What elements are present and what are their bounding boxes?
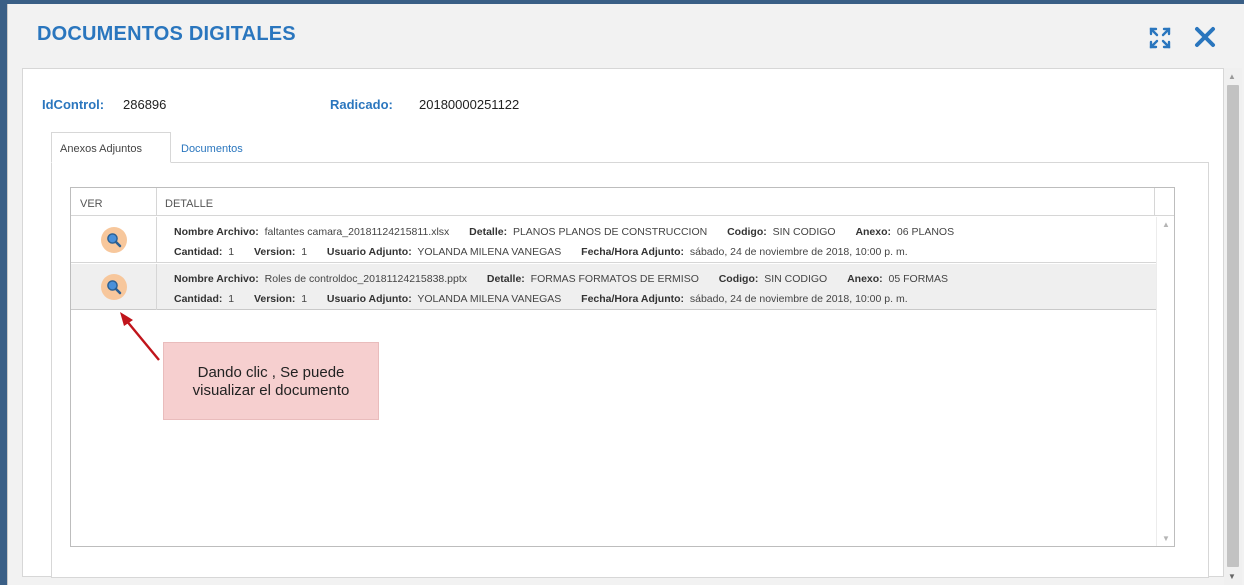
ver-cell bbox=[71, 217, 157, 263]
tab-documentos[interactable]: Documentos bbox=[172, 132, 252, 163]
detail-line-2: Cantidad: 1 Version: 1 Usuario Adjunto: … bbox=[174, 293, 908, 305]
file-name: Roles de controldoc_20181124215838.pptx bbox=[264, 273, 468, 285]
view-document-button[interactable] bbox=[100, 226, 128, 254]
codigo-value: SIN CODIGO bbox=[764, 273, 828, 285]
dialog-titlebar: DOCUMENTOS DIGITALES bbox=[8, 4, 1244, 68]
expand-icon[interactable] bbox=[1147, 25, 1173, 51]
field-label: Cantidad: bbox=[174, 293, 223, 305]
cantidad-value: 1 bbox=[228, 246, 235, 258]
scroll-up-icon[interactable]: ▲ bbox=[1228, 72, 1236, 81]
scrollbar-thumb[interactable] bbox=[1227, 85, 1239, 567]
grid-scrollbar[interactable]: ▲ ▼ bbox=[1156, 217, 1174, 546]
idcontrol-label: IdControl: bbox=[42, 97, 105, 112]
close-icon[interactable] bbox=[1190, 22, 1220, 52]
radicado-label: Radicado: bbox=[330, 97, 393, 112]
field-label: Fecha/Hora Adjunto: bbox=[581, 293, 685, 305]
scroll-down-icon[interactable]: ▼ bbox=[1228, 572, 1236, 581]
usuario-value: YOLANDA MILENA VANEGAS bbox=[417, 293, 562, 305]
field-label: Detalle: bbox=[469, 226, 508, 238]
cantidad-value: 1 bbox=[228, 293, 235, 305]
field-label: Version: bbox=[253, 293, 296, 305]
column-header-detalle[interactable]: DETALLE bbox=[157, 188, 1155, 216]
usuario-value: YOLANDA MILENA VANEGAS bbox=[417, 246, 562, 258]
documentos-digitales-dialog: DOCUMENTOS DIGITALES IdControl: 286896 R… bbox=[7, 4, 1244, 585]
detalle-cell: Nombre Archivo: Roles de controldoc_2018… bbox=[157, 264, 1155, 310]
version-value: 1 bbox=[301, 293, 308, 305]
file-name: faltantes camara_20181124215811.xlsx bbox=[264, 226, 450, 238]
detail-line-1: Nombre Archivo: Roles de controldoc_2018… bbox=[174, 273, 948, 285]
annotation-callout: Dando clic , Se puede visualizar el docu… bbox=[163, 342, 379, 420]
fecha-value: sábado, 24 de noviembre de 2018, 10:00 p… bbox=[689, 246, 908, 258]
view-document-button[interactable] bbox=[100, 273, 128, 301]
field-label: Codigo: bbox=[718, 273, 759, 285]
grid-header: VER DETALLE bbox=[71, 188, 1174, 216]
scroll-up-icon[interactable]: ▲ bbox=[1162, 220, 1170, 229]
detalle-value: FORMAS FORMATOS DE ERMISO bbox=[530, 273, 699, 285]
version-value: 1 bbox=[301, 246, 308, 258]
table-row[interactable]: Nombre Archivo: Roles de controldoc_2018… bbox=[71, 264, 1156, 310]
window-frame-left bbox=[0, 0, 7, 585]
field-label: Anexo: bbox=[855, 226, 892, 238]
codigo-value: SIN CODIGO bbox=[772, 226, 836, 238]
callout-line-2: visualizar el documento bbox=[192, 382, 350, 399]
field-label: Anexo: bbox=[847, 273, 883, 285]
detail-line-2: Cantidad: 1 Version: 1 Usuario Adjunto: … bbox=[174, 246, 908, 258]
callout-line-1: Dando clic , Se puede bbox=[197, 364, 345, 381]
field-label: Usuario Adjunto: bbox=[326, 246, 412, 258]
table-row[interactable]: Nombre Archivo: faltantes camara_2018112… bbox=[71, 217, 1156, 263]
dialog-scrollbar[interactable]: ▲ ▼ bbox=[1224, 68, 1242, 585]
field-label: Usuario Adjunto: bbox=[326, 293, 412, 305]
fecha-value: sábado, 24 de noviembre de 2018, 10:00 p… bbox=[689, 293, 908, 305]
ver-cell bbox=[71, 264, 157, 310]
field-label: Version: bbox=[253, 246, 296, 258]
scroll-down-icon[interactable]: ▼ bbox=[1162, 534, 1170, 543]
tab-anexos-adjuntos[interactable]: Anexos Adjuntos bbox=[51, 132, 171, 163]
radicado-value: 20180000251122 bbox=[419, 97, 520, 112]
dialog-content: IdControl: 286896 Radicado: 201800002511… bbox=[22, 68, 1224, 578]
anexo-value: 05 FORMAS bbox=[888, 273, 949, 285]
detalle-value: PLANOS PLANOS DE CONSTRUCCION bbox=[512, 226, 708, 238]
field-label: Nombre Archivo: bbox=[174, 226, 259, 238]
detail-line-1: Nombre Archivo: faltantes camara_2018112… bbox=[174, 226, 954, 238]
field-label: Nombre Archivo: bbox=[174, 273, 259, 285]
idcontrol-value: 286896 bbox=[123, 97, 167, 112]
column-header-ver[interactable]: VER bbox=[71, 188, 157, 216]
detalle-cell: Nombre Archivo: faltantes camara_2018112… bbox=[157, 217, 1155, 263]
field-label: Cantidad: bbox=[174, 246, 223, 258]
anexo-value: 06 PLANOS bbox=[896, 226, 955, 238]
dialog-title: DOCUMENTOS DIGITALES bbox=[37, 23, 296, 45]
field-label: Fecha/Hora Adjunto: bbox=[581, 246, 685, 258]
field-label: Codigo: bbox=[727, 226, 767, 238]
field-label: Detalle: bbox=[486, 273, 525, 285]
